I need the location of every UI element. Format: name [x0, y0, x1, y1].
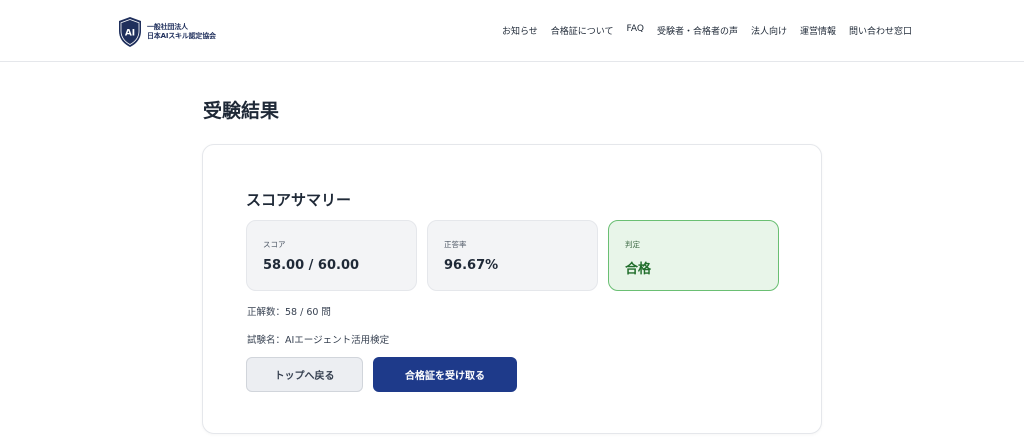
- nav-contact[interactable]: 問い合わせ窓口: [849, 24, 912, 37]
- accuracy-value: 96.67%: [444, 258, 499, 273]
- back-to-top-button[interactable]: トップへ戻る: [246, 357, 363, 392]
- verdict-stat: 判定 合格: [608, 220, 779, 291]
- nav-certificate[interactable]: 合格証について: [551, 24, 614, 37]
- exam-name: 試験名：AIエージェント活用検定: [247, 335, 390, 346]
- accuracy-label: 正答率: [444, 240, 467, 249]
- shield-logo-icon: AI: [119, 17, 141, 47]
- score-value: 58.00 / 60.00: [263, 258, 360, 273]
- logo-line-1: 一般社団法人: [147, 23, 188, 31]
- score-label: スコア: [263, 240, 286, 249]
- nav-news[interactable]: お知らせ: [502, 24, 538, 37]
- score-summary-card: スコアサマリー スコア 58.00 / 60.00 正答率 96.67% 判定 …: [202, 144, 822, 434]
- accuracy-stat: 正答率 96.67%: [427, 220, 598, 291]
- verdict-value: 合格: [625, 262, 652, 277]
- site-header: AI 一般社団法人 日本AIスキル認定協会 お知らせ 合格証について FAQ 受…: [0, 0, 1024, 62]
- nav-voices[interactable]: 受験者・合格者の声: [657, 24, 738, 37]
- nav-operator-info[interactable]: 運営情報: [800, 24, 836, 37]
- logo-line-2: 日本AIスキル認定協会: [147, 32, 216, 40]
- correct-count: 正解数：58 / 60 問: [247, 307, 331, 318]
- nav-corporate[interactable]: 法人向け: [751, 24, 787, 37]
- section-title: スコアサマリー: [246, 191, 352, 209]
- score-stat: スコア 58.00 / 60.00: [246, 220, 417, 291]
- verdict-label: 判定: [625, 240, 640, 249]
- get-certificate-button[interactable]: 合格証を受け取る: [373, 357, 517, 392]
- site-logo[interactable]: AI 一般社団法人 日本AIスキル認定協会: [117, 16, 229, 48]
- nav-faq[interactable]: FAQ: [627, 24, 644, 37]
- main-nav: お知らせ 合格証について FAQ 受験者・合格者の声 法人向け 運営情報 問い合…: [502, 24, 912, 37]
- logo-mark-text: AI: [125, 29, 135, 39]
- page-title: 受験結果: [203, 100, 280, 122]
